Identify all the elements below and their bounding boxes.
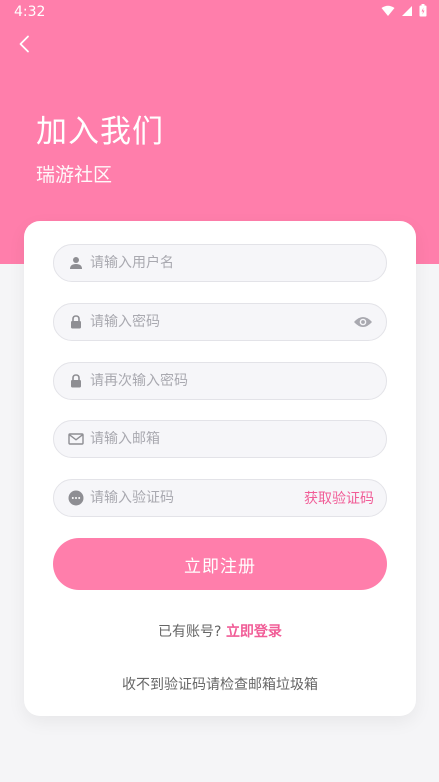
- confirm-password-field-container: [53, 362, 387, 400]
- register-button[interactable]: 立即注册: [53, 538, 387, 590]
- login-prompt: 已有账号? 立即登录: [24, 621, 416, 641]
- lock-icon: [68, 314, 84, 330]
- username-field-container: [53, 244, 387, 282]
- status-bar: 4:32: [0, 0, 439, 24]
- user-icon: [68, 255, 84, 271]
- battery-icon: [419, 4, 427, 17]
- have-account-text: 已有账号?: [158, 624, 222, 640]
- status-icons: [381, 4, 427, 17]
- spam-tip-text: 收不到验证码请检查邮箱垃圾箱: [122, 677, 318, 693]
- register-card: 获取验证码 立即注册 已有账号? 立即登录 收不到验证码请检查邮箱垃圾箱: [24, 221, 416, 716]
- confirm-password-input[interactable]: [90, 373, 374, 389]
- chat-bubble-icon: [68, 490, 84, 506]
- eye-icon: [354, 317, 372, 327]
- verification-code-input[interactable]: [90, 490, 304, 506]
- lock-icon: [68, 373, 84, 389]
- signal-icon: [402, 5, 412, 16]
- password-input[interactable]: [90, 314, 352, 330]
- toggle-password-visibility-button[interactable]: [352, 311, 374, 333]
- mail-icon: [68, 431, 84, 447]
- username-input[interactable]: [90, 255, 374, 271]
- page-title: 加入我们: [36, 114, 164, 150]
- status-time: 4:32: [14, 4, 46, 20]
- get-code-button[interactable]: 获取验证码: [304, 488, 374, 508]
- email-input[interactable]: [90, 431, 374, 447]
- password-field-container: [53, 303, 387, 341]
- page-subtitle: 瑞游社区: [36, 164, 113, 186]
- code-field-container: 获取验证码: [53, 479, 387, 517]
- chevron-left-icon: [19, 35, 29, 53]
- back-button[interactable]: [12, 32, 36, 56]
- login-link[interactable]: 立即登录: [226, 624, 282, 640]
- email-field-container: [53, 420, 387, 458]
- wifi-icon: [381, 5, 395, 16]
